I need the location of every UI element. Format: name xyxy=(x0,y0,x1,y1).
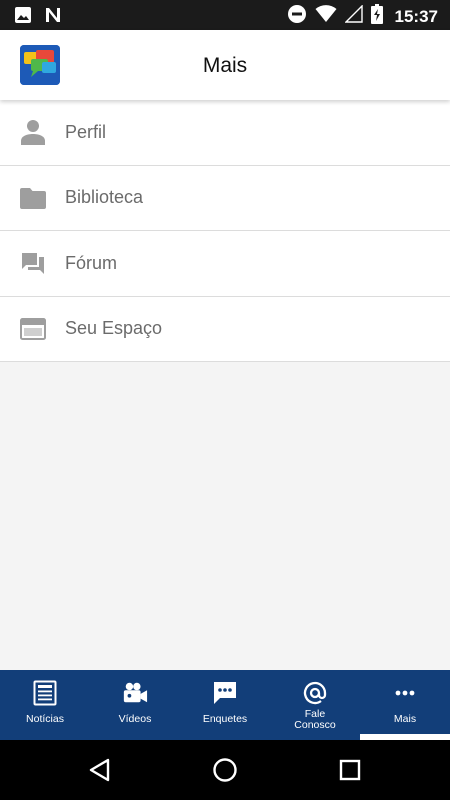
newspaper-icon xyxy=(32,680,58,706)
at-sign-icon xyxy=(302,680,328,706)
tab-label: Vídeos xyxy=(118,713,152,725)
folder-icon xyxy=(20,185,46,211)
wifi-icon xyxy=(315,5,337,28)
menu-item-perfil[interactable]: Perfil xyxy=(0,100,450,166)
image-icon xyxy=(14,6,32,29)
tab-mais[interactable]: Mais xyxy=(360,670,450,740)
n-notification-icon xyxy=(44,6,62,29)
tab-fale-conosco[interactable]: Fale Conosco xyxy=(270,670,360,740)
person-icon xyxy=(20,119,46,146)
back-icon[interactable] xyxy=(86,756,114,784)
tab-label: Notícias xyxy=(26,713,64,725)
battery-charging-icon xyxy=(370,4,383,29)
status-bar: 15:37 xyxy=(0,0,450,30)
tab-label: Mais xyxy=(393,713,417,725)
do-not-disturb-icon xyxy=(287,4,307,29)
page-title: Mais xyxy=(202,54,248,77)
tab-label: Enquetes xyxy=(202,713,248,725)
video-camera-icon xyxy=(122,680,148,706)
menu-item-label: Fórum xyxy=(65,252,118,273)
recents-icon[interactable] xyxy=(336,756,364,784)
tab-label: Fale Conosco xyxy=(294,708,336,731)
menu-item-label: Seu Espaço xyxy=(65,318,163,339)
signal-empty-icon xyxy=(343,4,363,28)
tab-videos[interactable]: Vídeos xyxy=(90,670,180,740)
tab-noticias[interactable]: Notícias xyxy=(0,670,90,740)
menu-item-label: Biblioteca xyxy=(65,187,144,208)
menu-item-label: Perfil xyxy=(65,121,107,142)
tab-enquetes[interactable]: Enquetes xyxy=(180,670,270,740)
system-nav-bar xyxy=(0,740,450,800)
app-bar: Mais xyxy=(0,30,450,100)
more-dots-icon xyxy=(392,680,418,706)
menu-list: Perfil Biblioteca Fórum Seu Espaço xyxy=(0,100,450,362)
menu-item-forum[interactable]: Fórum xyxy=(0,231,450,297)
bottom-nav: Notícias Vídeos Enquetes Fale Conosco Mai… xyxy=(0,670,450,740)
clock: 15:37 xyxy=(394,6,438,26)
menu-item-biblioteca[interactable]: Biblioteca xyxy=(0,166,450,231)
forum-icon xyxy=(20,250,46,276)
browser-window-icon xyxy=(20,316,46,342)
chat-dots-icon xyxy=(212,680,238,706)
menu-item-seu-espaco[interactable]: Seu Espaço xyxy=(0,297,450,362)
home-icon[interactable] xyxy=(211,756,239,784)
